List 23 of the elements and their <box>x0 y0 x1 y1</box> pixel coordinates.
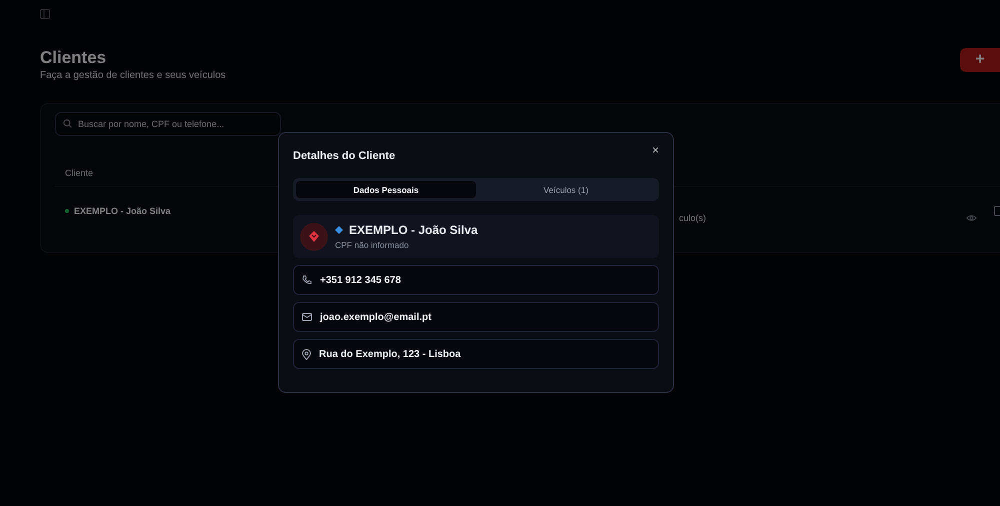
location-pin-icon <box>302 348 311 360</box>
column-header: Cliente <box>65 168 94 178</box>
page-subtitle: Faça a gestão de clientes e seus veículos <box>40 70 226 81</box>
client-avatar-icon <box>300 222 328 250</box>
mail-icon <box>302 313 312 321</box>
diamond-icon <box>335 226 343 234</box>
sidebar-toggle-icon[interactable] <box>40 9 50 19</box>
tab[interactable]: Dados Pessoais <box>296 181 476 198</box>
status-dot-icon <box>65 209 69 213</box>
client-name: EXEMPLO - João Silva <box>349 223 478 237</box>
phone-icon <box>302 275 312 285</box>
search-field[interactable]: Buscar por nome, CPF ou telefone... <box>55 112 281 136</box>
field-value: +351 912 345 678 <box>320 274 401 286</box>
tab[interactable]: Veículos (1) <box>476 181 656 198</box>
field-value: joao.exemplo@email.pt <box>320 312 432 322</box>
field-value: Rua do Exemplo, 123 - Lisboa <box>319 348 461 360</box>
cpf-text: CPF não informado <box>335 240 410 250</box>
vehicle-count: culo(s) <box>679 213 708 223</box>
client-name: EXEMPLO - João Silva <box>74 206 172 216</box>
dialog-title: Detalhes do Cliente <box>293 150 396 162</box>
close-button[interactable]: × <box>652 144 659 156</box>
view-icon[interactable] <box>966 214 977 222</box>
page-title: Clientes <box>40 48 108 68</box>
